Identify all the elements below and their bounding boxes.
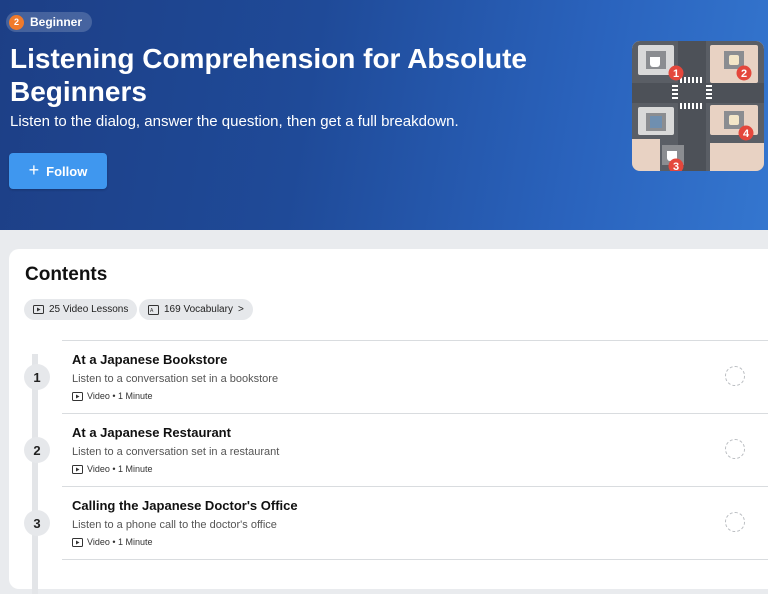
lesson-meta-text: Video • 1 Minute — [87, 391, 153, 401]
level-number: 2 — [9, 14, 24, 30]
lesson-meta-text: Video • 1 Minute — [87, 464, 153, 474]
contents-card: Contents 25 Video Lessons A 169 Vocabula… — [9, 249, 768, 594]
divider — [62, 340, 768, 341]
divider — [62, 486, 768, 487]
divider — [62, 559, 768, 560]
plus-icon: + — [28, 160, 40, 180]
vocabulary-card-icon: A — [148, 304, 159, 315]
map-marker-label: 3 — [673, 161, 679, 171]
video-play-icon — [72, 391, 83, 401]
lesson-meta: Video • 1 Minute — [72, 537, 153, 547]
course-subtitle: Listen to the dialog, answer the questio… — [10, 113, 459, 130]
contents-heading: Contents — [25, 264, 108, 285]
lesson-number: 3 — [24, 510, 50, 536]
map-marker-label: 2 — [741, 68, 747, 80]
lesson-meta: Video • 1 Minute — [72, 464, 153, 474]
lesson-meta: Video • 1 Minute — [72, 391, 153, 401]
level-label: Beginner — [30, 15, 83, 29]
follow-button[interactable]: + Follow — [9, 153, 107, 189]
incomplete-circle-icon[interactable] — [725, 366, 745, 386]
lesson-divider-next — [9, 559, 768, 569]
lesson-item[interactable]: 2 At a Japanese Restaurant Listen to a c… — [9, 413, 768, 486]
svg-text:A: A — [150, 308, 154, 314]
lesson-description: Listen to a phone call to the doctor's o… — [72, 519, 277, 531]
lesson-meta-text: Video • 1 Minute — [87, 537, 153, 547]
lesson-item[interactable]: 1 At a Japanese Bookstore Listen to a co… — [9, 340, 768, 413]
video-play-icon — [72, 464, 83, 474]
incomplete-circle-icon[interactable] — [725, 439, 745, 459]
video-lessons-count: 25 Video Lessons — [49, 304, 129, 315]
divider — [62, 413, 768, 414]
lesson-item[interactable]: 3 Calling the Japanese Doctor's Office L… — [9, 486, 768, 559]
incomplete-circle-icon[interactable] — [725, 512, 745, 532]
level-badge: 2 Beginner — [6, 12, 93, 32]
course-header: 2 Beginner Listening Comprehension for A… — [0, 0, 768, 230]
lesson-description: Listen to a conversation set in a bookst… — [72, 373, 279, 385]
lesson-number: 2 — [24, 437, 50, 463]
chevron-right-icon: > — [237, 304, 244, 315]
lesson-number: 1 — [24, 364, 50, 390]
video-play-icon — [33, 305, 44, 314]
map-marker-label: 4 — [743, 128, 750, 140]
lesson-title[interactable]: At a Japanese Bookstore — [72, 352, 227, 367]
vocabulary-count: 169 Vocabulary — [164, 304, 233, 315]
city-map-illustration: 1 2 3 4 — [632, 41, 764, 171]
course-title: Listening Comprehension for Absolute Beg… — [10, 43, 527, 107]
follow-label: Follow — [46, 163, 88, 179]
course-thumbnail: 1 2 3 4 — [632, 41, 764, 171]
video-play-icon — [72, 537, 83, 547]
lesson-description: Listen to a conversation set in a restau… — [72, 446, 280, 458]
map-marker-label: 1 — [673, 68, 679, 80]
lesson-title[interactable]: Calling the Japanese Doctor's Office — [72, 498, 298, 513]
lesson-title[interactable]: At a Japanese Restaurant — [72, 425, 231, 440]
vocabulary-chip[interactable]: A 169 Vocabulary > — [139, 299, 253, 320]
video-lessons-chip: 25 Video Lessons — [24, 299, 138, 320]
